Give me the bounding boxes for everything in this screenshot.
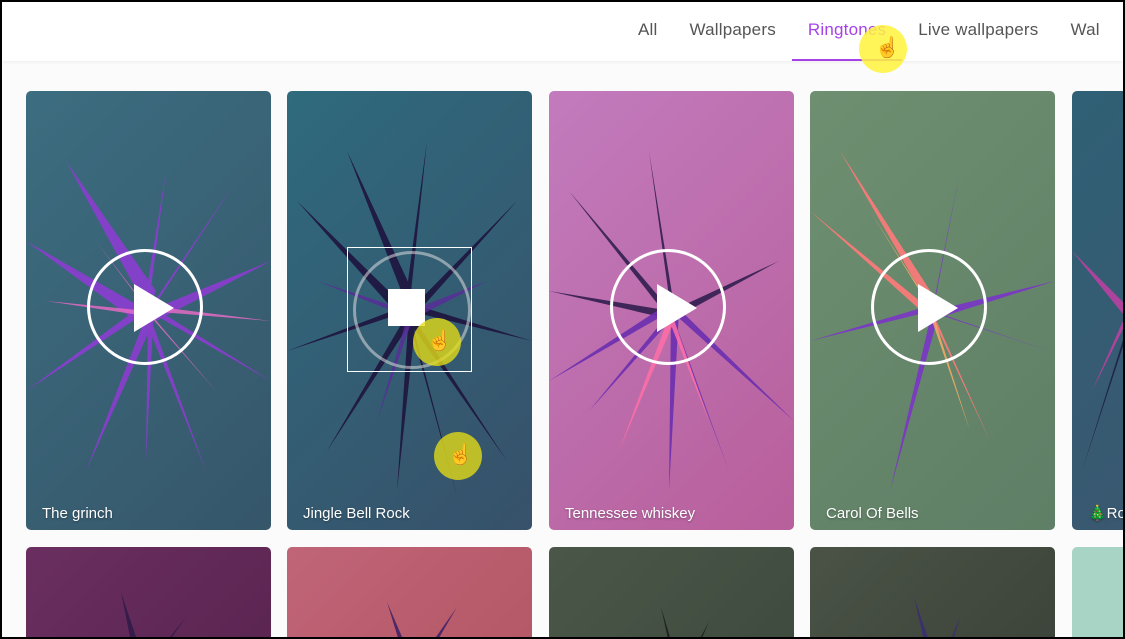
- ringtone-card[interactable]: [26, 547, 271, 637]
- ringtone-card[interactable]: The grinch: [26, 91, 271, 530]
- ringtone-card[interactable]: [1072, 547, 1123, 637]
- tab-all[interactable]: All: [622, 2, 674, 61]
- ringtone-card[interactable]: [549, 547, 794, 637]
- ringtone-title: Tennessee whiskey: [565, 505, 696, 522]
- tab-live-wallpapers[interactable]: Live wallpapers: [902, 2, 1054, 61]
- ringtone-card[interactable]: Carol Of Bells: [810, 91, 1055, 530]
- app-frame: All Wallpapers Ringtones Live wallpapers…: [0, 0, 1125, 639]
- ringtone-title: 🎄Ro: [1088, 505, 1125, 522]
- ringtone-title: Jingle Bell Rock: [303, 505, 410, 522]
- waveform-art: [1072, 251, 1123, 471]
- top-navigation: All Wallpapers Ringtones Live wallpapers…: [2, 2, 1123, 61]
- tab-wallpapers[interactable]: Wallpapers: [674, 2, 792, 61]
- waveform-art: [387, 602, 457, 637]
- stop-icon: [388, 289, 425, 326]
- play-icon: [918, 284, 958, 332]
- waveform-art: [661, 607, 709, 637]
- hand-cursor-icon: ☝: [427, 330, 452, 352]
- ringtone-card[interactable]: 🎄Ro: [1072, 91, 1125, 530]
- ringtone-title: The grinch: [42, 505, 113, 522]
- ringtone-card[interactable]: ☝ ☝ Jingle Bell Rock: [287, 91, 532, 530]
- hand-cursor-icon: ☝: [448, 444, 473, 466]
- ringtone-card[interactable]: Tennessee whiskey: [549, 91, 794, 530]
- play-button[interactable]: [610, 249, 726, 365]
- play-icon: [134, 284, 174, 332]
- play-button[interactable]: [871, 249, 987, 365]
- waveform-art: [914, 597, 960, 637]
- hand-cursor-icon: ☝: [875, 37, 900, 59]
- tab-wallpapers-more[interactable]: Wal: [1054, 2, 1115, 61]
- waveform-art: [121, 592, 186, 637]
- ringtone-card[interactable]: [810, 547, 1055, 637]
- play-icon: [657, 284, 697, 332]
- ringtone-card[interactable]: [287, 547, 532, 637]
- play-button[interactable]: [87, 249, 203, 365]
- ringtone-title: Carol Of Bells: [826, 505, 919, 522]
